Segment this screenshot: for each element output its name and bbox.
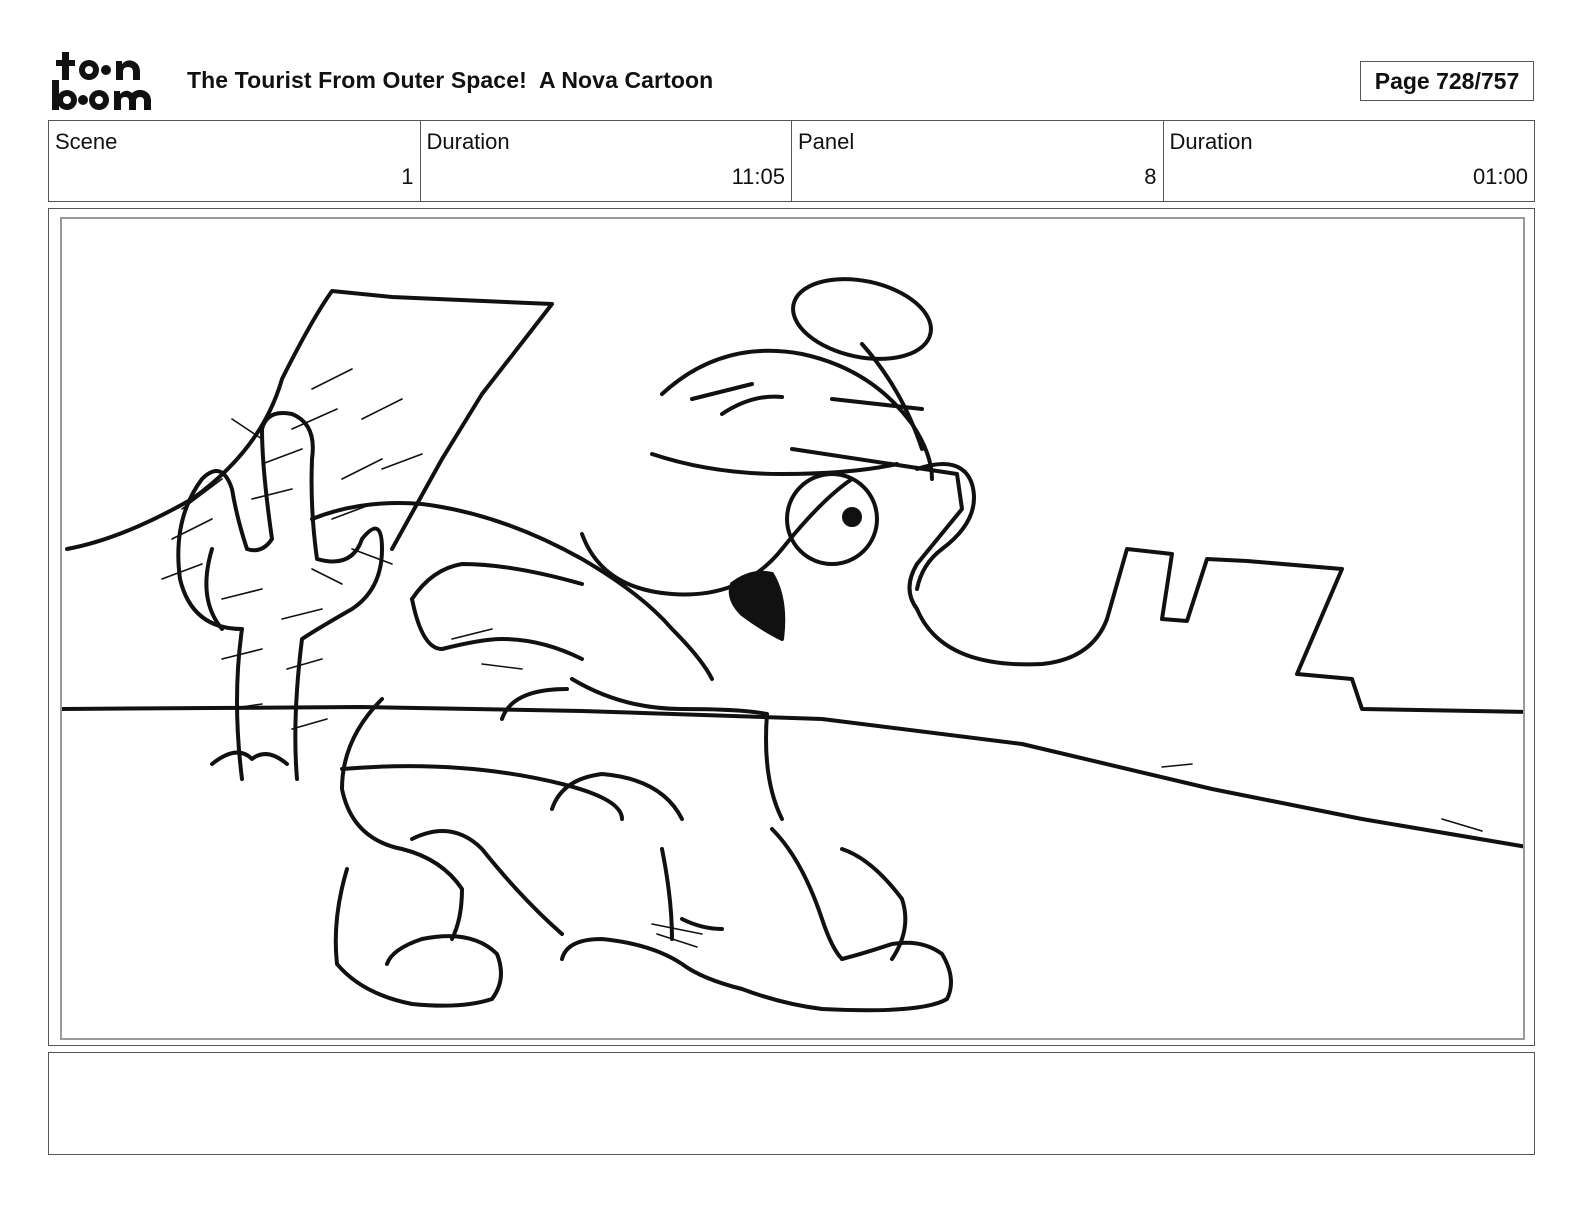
panel-drawing-area bbox=[60, 217, 1525, 1040]
page-number: Page 728/757 bbox=[1360, 61, 1534, 101]
scene-info-table: Scene 1 Duration 11:05 Panel 8 Duration … bbox=[48, 120, 1535, 202]
scene-label: Scene bbox=[55, 129, 118, 154]
scene-duration-label: Duration bbox=[426, 129, 510, 154]
panel-notes-box bbox=[48, 1052, 1535, 1155]
storyboard-panel bbox=[48, 208, 1535, 1046]
panel-duration-value: 01:00 bbox=[1472, 164, 1528, 189]
scene-duration-cell: Duration 11:05 bbox=[421, 121, 792, 201]
document-title: The Tourist From Outer Space! A Nova Car… bbox=[187, 67, 714, 93]
scene-value: 1 bbox=[401, 164, 414, 189]
panel-cell: Panel 8 bbox=[792, 121, 1164, 201]
panel-duration-cell: Duration 01:00 bbox=[1164, 121, 1535, 201]
toon-boom-logo bbox=[50, 50, 164, 112]
panel-duration-label: Duration bbox=[1169, 129, 1253, 154]
sketch-drawing bbox=[62, 277, 1523, 1013]
scene-cell: Scene 1 bbox=[49, 121, 421, 201]
scene-duration-value: 11:05 bbox=[731, 164, 785, 189]
panel-value: 8 bbox=[1144, 164, 1157, 189]
panel-label: Panel bbox=[798, 129, 855, 154]
